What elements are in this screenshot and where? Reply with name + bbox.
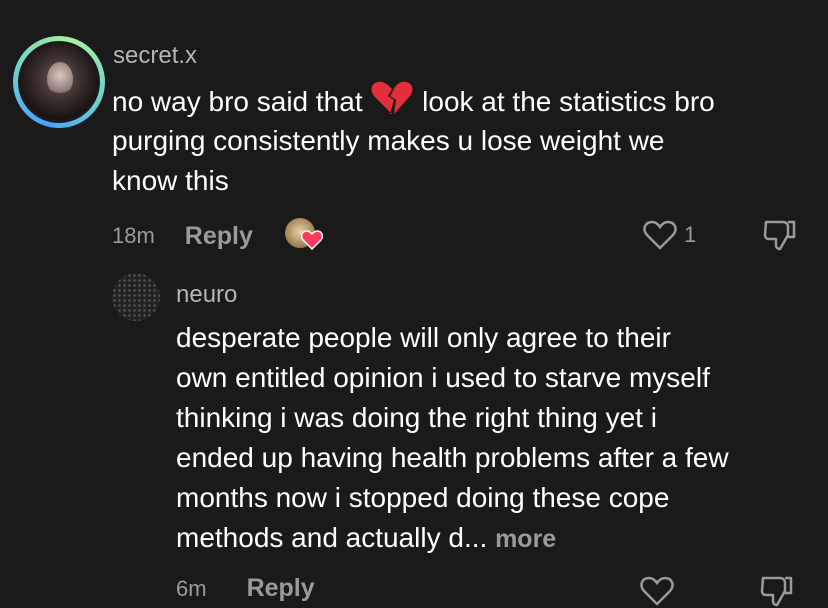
heart-icon[interactable] — [643, 220, 677, 250]
reply-dislike-icon[interactable] — [760, 574, 794, 608]
reply-button[interactable]: Reply — [185, 222, 253, 251]
reply-meta: 6m Reply — [176, 574, 315, 603]
more-button[interactable]: more — [495, 525, 556, 553]
reply-reply-button[interactable]: Reply — [247, 574, 315, 603]
reply-text-line6: methods and actually d... more — [176, 518, 556, 559]
comment-text-line1a: no way bro said that — [112, 85, 363, 117]
reply-text-line6-text: methods and actually d... — [176, 522, 488, 553]
broken-heart-icon — [370, 80, 414, 127]
avatar-border — [18, 41, 100, 123]
like-count: 1 — [684, 222, 697, 247]
reply-text-line5: months now i stopped doing these cope — [176, 482, 670, 513]
comment-text-line1b: look at the statistics bro — [422, 85, 715, 117]
avatar[interactable] — [13, 36, 105, 128]
reply-heart-icon[interactable] — [640, 576, 674, 606]
comment-username[interactable]: secret.x — [113, 42, 197, 70]
avatar-face — [47, 62, 73, 96]
comment-text-line1: no way bro said that look at the statist… — [112, 80, 715, 127]
reply-time: 6m — [176, 575, 207, 601]
reply-avatar[interactable] — [112, 273, 160, 321]
reply-text-line4: ended up having health problems after a … — [176, 442, 729, 473]
comment-text-line2: purging consistently makes u lose weight… — [112, 125, 665, 156]
reply-text-line1: desperate people will only agree to thei… — [176, 322, 671, 353]
reply-text-line2: own entitled opinion i used to starve my… — [176, 362, 710, 393]
reply-username[interactable]: neuro — [176, 281, 237, 309]
reply-text-line3: thinking i was doing the right thing yet… — [176, 402, 657, 433]
heart-badge-icon — [300, 230, 323, 250]
comment-text-line3: know this — [112, 165, 229, 196]
dislike-icon[interactable] — [763, 218, 797, 252]
avatar-photo — [21, 44, 97, 120]
comment-time: 18m — [112, 223, 155, 248]
comment-meta: 18m Reply — [112, 218, 325, 254]
creator-liked-badge — [284, 218, 325, 254]
